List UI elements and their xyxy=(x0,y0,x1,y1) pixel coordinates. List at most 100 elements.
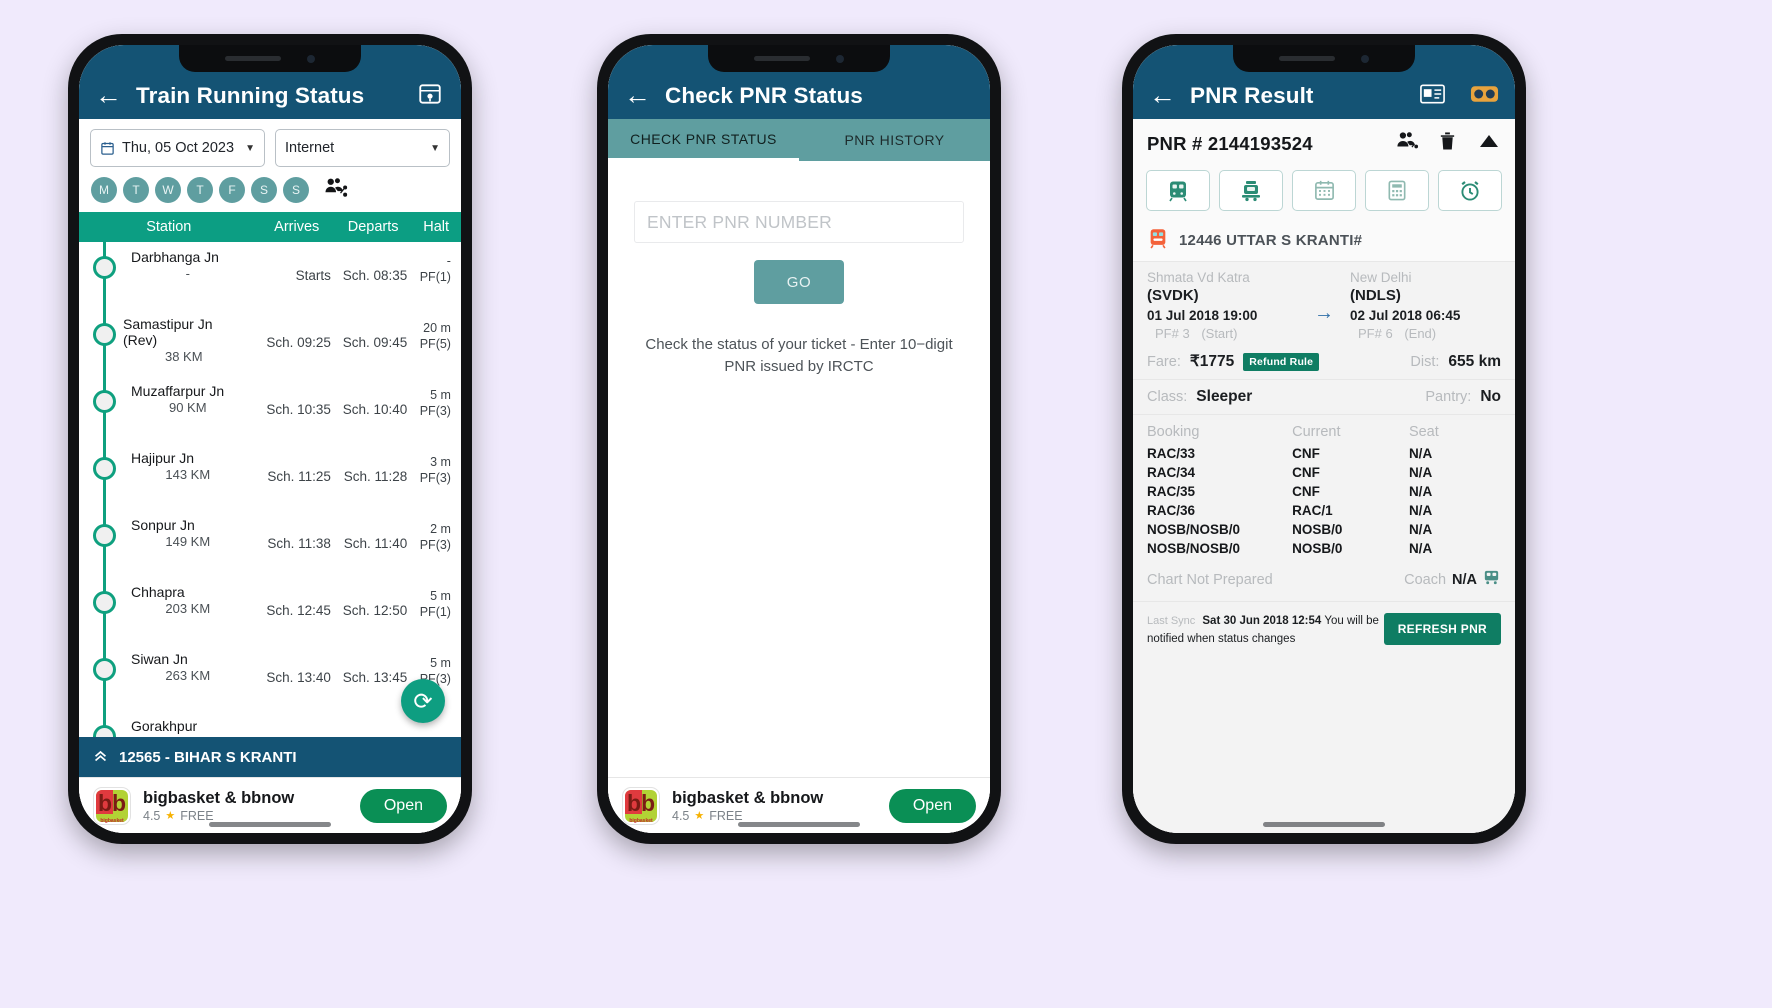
route-station-list[interactable]: Darbhanga Jn - Starts Sch. 08:35 - PF(1)… xyxy=(79,242,461,737)
station-node-icon xyxy=(93,591,116,614)
halt-platform: PF(3) xyxy=(419,403,451,418)
day-chip-sat[interactable]: S xyxy=(251,177,277,203)
station-distance: 203 KM xyxy=(165,601,211,617)
origin-destination-block: Shmata Vd Katra (SVDK) 01 Jul 2018 19:00… xyxy=(1133,262,1515,347)
sync-row: Last Sync Sat 30 Jun 2018 12:54 You will… xyxy=(1133,602,1515,658)
back-arrow-icon[interactable]: ← xyxy=(1149,82,1176,109)
delete-icon[interactable] xyxy=(1438,130,1457,157)
chart-status: Chart Not Prepared xyxy=(1147,572,1273,588)
destination-platform: PF# 6 (End) xyxy=(1350,326,1501,341)
column-header-halt: Halt xyxy=(423,219,450,235)
halt-platform: PF(3) xyxy=(419,537,451,552)
halt-platform: PF(1) xyxy=(419,604,451,619)
map-location-icon[interactable] xyxy=(415,79,445,109)
origin-column: Shmata Vd Katra (SVDK) 01 Jul 2018 19:00… xyxy=(1147,270,1324,341)
refresh-icon[interactable]: ⟳ xyxy=(401,679,445,723)
table-row[interactable]: Chhapra 203 KM Sch. 12:45 Sch. 12:50 5 m… xyxy=(79,577,461,644)
station-name: Chhapra xyxy=(131,584,185,600)
table-row[interactable]: Hajipur Jn 143 KM Sch. 11:25 Sch. 11:28 … xyxy=(79,443,461,510)
origin-tag: (Start) xyxy=(1201,326,1238,341)
day-chip-mon[interactable]: M xyxy=(91,177,117,203)
halt-cell: 20 m PF(5) xyxy=(411,309,461,376)
departs-cell: Sch. 11:28 xyxy=(343,469,408,484)
calculator-icon[interactable] xyxy=(1365,170,1429,211)
tab-check-pnr-status[interactable]: CHECK PNR STATUS xyxy=(608,119,799,161)
pnr-input[interactable]: ENTER PNR NUMBER xyxy=(634,201,964,243)
day-chip-thu[interactable]: T xyxy=(187,177,213,203)
current-status: CNF xyxy=(1292,465,1320,480)
go-button[interactable]: GO xyxy=(754,260,844,304)
source-select[interactable]: Internet ▼ xyxy=(275,129,450,167)
train-engine-icon[interactable] xyxy=(1219,170,1283,211)
arrives-cell: Sch. 09:25 xyxy=(266,335,331,350)
table-row[interactable]: Gorakhpur xyxy=(79,711,461,737)
train-coach-icon[interactable] xyxy=(1146,170,1210,211)
table-row[interactable]: Samastipur Jn (Rev) 38 KM Sch. 09:25 Sch… xyxy=(79,309,461,376)
tab-pnr-history[interactable]: PNR HISTORY xyxy=(799,119,990,161)
departs-cell: Sch. 13:45 xyxy=(342,670,408,685)
table-row: RAC/34 CNF N/A xyxy=(1133,463,1515,482)
pnr-form: ENTER PNR NUMBER GO Check the status of … xyxy=(608,161,990,777)
ad-open-button[interactable]: Open xyxy=(888,788,976,823)
current-status: CNF xyxy=(1292,484,1320,499)
day-chip-wed[interactable]: W xyxy=(155,177,181,203)
direction-arrow-icon: → xyxy=(1314,302,1334,324)
station-name: Muzaffarpur Jn xyxy=(131,383,225,399)
column-header-station: Station xyxy=(146,219,192,235)
booking-status: RAC/36 xyxy=(1147,503,1196,518)
column-header-departs: Departs xyxy=(347,219,399,235)
page-title: PNR Result xyxy=(1190,83,1314,108)
share-people-icon[interactable] xyxy=(324,176,349,204)
seat-value: N/A xyxy=(1408,503,1433,518)
collapse-up-icon[interactable] xyxy=(1477,130,1501,157)
train-summary-bar[interactable]: 12565 - BIHAR S KRANTI xyxy=(79,737,461,777)
refund-rule-badge[interactable]: Refund Rule xyxy=(1243,352,1320,371)
binoculars-icon[interactable] xyxy=(1469,79,1499,109)
halt-cell: 5 m PF(3) xyxy=(411,376,461,443)
calendar-icon[interactable] xyxy=(1292,170,1356,211)
ticket-card-icon[interactable] xyxy=(1417,79,1447,109)
day-chip-tue[interactable]: T xyxy=(123,177,149,203)
ad-logo-caption: bigbasket xyxy=(100,817,124,824)
seat-value: N/A xyxy=(1408,446,1433,461)
alarm-clock-icon[interactable] xyxy=(1438,170,1502,211)
seat-value: N/A xyxy=(1408,541,1433,556)
table-row[interactable]: Muzaffarpur Jn 90 KM Sch. 10:35 Sch. 10:… xyxy=(79,376,461,443)
station-node-icon xyxy=(93,256,116,279)
halt-cell: 5 m PF(1) xyxy=(411,577,461,644)
ad-meta: 4.5 ★ FREE xyxy=(143,809,348,823)
station-distance: 90 KM xyxy=(168,400,207,416)
table-row: NOSB/NOSB/0 NOSB/0 N/A xyxy=(1133,520,1515,539)
pnr-result-body: PNR # 2144193524 12446 UTTAR S KRANTI# S… xyxy=(1133,119,1515,833)
train-name-row[interactable]: 12446 UTTAR S KRANTI# xyxy=(1133,220,1515,262)
day-chip-fri[interactable]: F xyxy=(219,177,245,203)
table-row[interactable]: Sonpur Jn 149 KM Sch. 11:38 Sch. 11:40 2… xyxy=(79,510,461,577)
back-arrow-icon[interactable]: ← xyxy=(95,82,122,109)
pnr-number: PNR # 2144193524 xyxy=(1147,132,1313,154)
refresh-pnr-button[interactable]: REFRESH PNR xyxy=(1383,613,1501,645)
table-row[interactable]: Darbhanga Jn - Starts Sch. 08:35 - PF(1) xyxy=(79,242,461,309)
phone-3-bezel: ← PNR Result PNR # 2144193524 12446 UTTA… xyxy=(1133,45,1515,833)
seat-value: N/A xyxy=(1408,484,1433,499)
station-name: Gorakhpur xyxy=(131,718,198,734)
day-chip-sun[interactable]: S xyxy=(283,177,309,203)
halt-duration: 20 m xyxy=(423,321,451,335)
chevron-down-icon: ▼ xyxy=(245,142,255,154)
front-camera-icon xyxy=(307,54,315,63)
add-passenger-icon[interactable] xyxy=(1395,130,1420,157)
source-value: Internet xyxy=(285,140,335,156)
distance-label: Dist: xyxy=(1410,353,1440,370)
arrives-cell: Sch. 11:38 xyxy=(267,536,331,551)
speaker-grill xyxy=(225,56,281,61)
ad-open-button[interactable]: Open xyxy=(359,788,447,823)
halt-platform: PF(5) xyxy=(419,336,451,351)
train-front-icon xyxy=(1147,227,1169,254)
back-arrow-icon[interactable]: ← xyxy=(624,82,651,109)
fare-value: ₹1775 xyxy=(1189,353,1235,370)
column-header-arrives: Arrives xyxy=(274,219,320,235)
coach-position-icon[interactable] xyxy=(1482,568,1501,592)
station-node-icon xyxy=(93,457,116,480)
chart-status-row: Chart Not Prepared Coach N/A xyxy=(1133,558,1515,602)
destination-tag: (End) xyxy=(1404,326,1437,341)
date-select[interactable]: Thu, 05 Oct 2023 ▼ xyxy=(90,129,265,167)
